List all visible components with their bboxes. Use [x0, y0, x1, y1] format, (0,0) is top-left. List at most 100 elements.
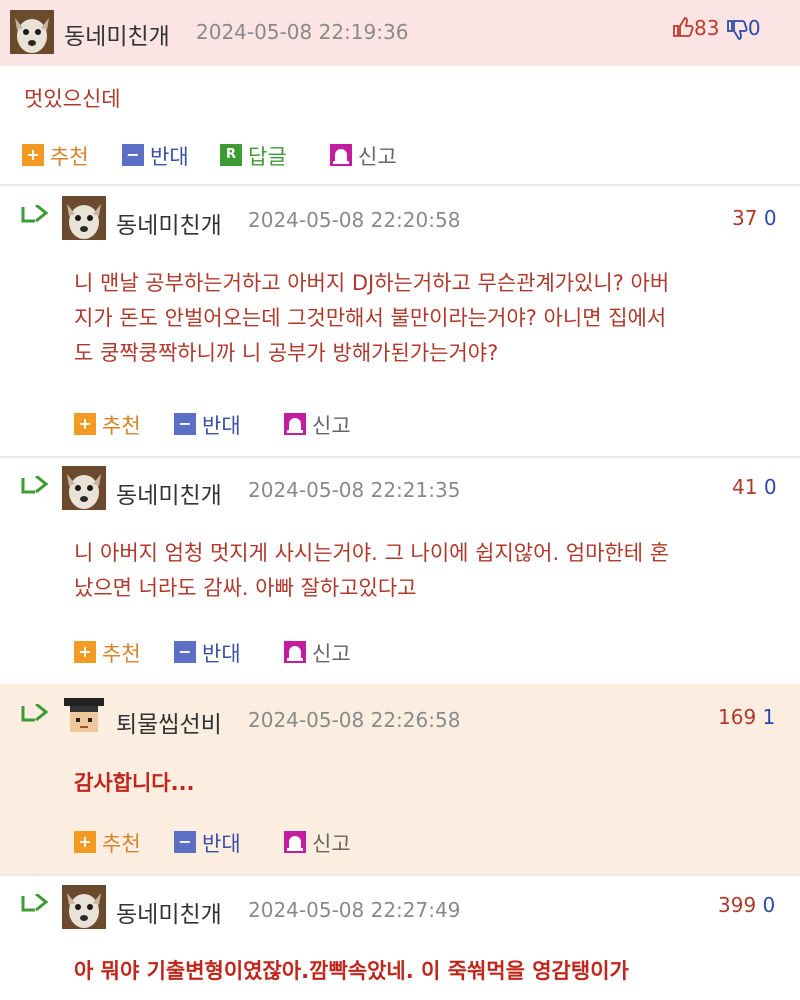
scholar-avatar-icon	[62, 696, 106, 736]
comment-line: 났으면 너라도 감싸. 아빠 잘하고있다고	[74, 576, 417, 600]
upvote-count: 37	[732, 206, 758, 230]
siren-icon	[284, 413, 306, 435]
divider	[0, 184, 800, 186]
divider	[0, 456, 800, 458]
author-nickname[interactable]: 동네미친개	[116, 206, 222, 240]
recommend-label: 추천	[50, 145, 89, 169]
vote-score: 37 0	[732, 206, 777, 230]
downvote-count: 0	[747, 16, 761, 40]
recommend-button[interactable]: + 추천	[22, 141, 89, 171]
avatar[interactable]	[10, 10, 54, 54]
avatar[interactable]	[62, 696, 106, 736]
downvote-count: 0	[763, 206, 777, 230]
report-label: 신고	[312, 414, 351, 438]
comment-actions: + 추천 − 반대 신고	[74, 828, 574, 858]
plus-icon: +	[74, 413, 96, 435]
minus-icon: −	[174, 641, 196, 663]
oppose-button[interactable]: − 반대	[122, 141, 189, 171]
downvote-count: 0	[763, 475, 777, 499]
vote-score: 399 0	[718, 893, 775, 917]
author-nickname[interactable]: 퇴물씹선비	[116, 705, 222, 739]
upvote-count: 399	[718, 893, 757, 917]
author-nickname[interactable]: 동네미친개	[64, 17, 170, 51]
reply-arrow-icon	[21, 205, 49, 223]
oppose-label: 반대	[202, 414, 241, 438]
minus-icon: −	[122, 144, 144, 166]
dog-avatar-icon	[62, 466, 106, 510]
thumb-down-icon	[726, 20, 748, 40]
comment-body: 아 뭐야 기출변형이였잖아.깜빡속았네. 이 죽쒀먹을 영감탱이가	[74, 954, 629, 989]
reply-r-icon: R	[220, 144, 242, 166]
comment-line: 니 맨날 공부하는거하고 아버지 DJ하는거하고 무슨관계가있니? 아버	[74, 271, 670, 295]
report-label: 신고	[312, 642, 351, 666]
vote-score: 83 0	[672, 16, 761, 41]
comment-actions: + 추천 − 반대 R 답글 신고	[22, 141, 622, 171]
recommend-button[interactable]: + 추천	[74, 410, 141, 440]
siren-icon	[330, 144, 352, 166]
recommend-button[interactable]: + 추천	[74, 828, 141, 858]
minus-icon: −	[174, 413, 196, 435]
comment-body: 멋있으신데	[24, 87, 121, 111]
comment-body: 니 맨날 공부하는거하고 아버지 DJ하는거하고 무슨관계가있니? 아버 지가 …	[74, 266, 669, 371]
plus-icon: +	[74, 641, 96, 663]
thumb-up-icon	[673, 17, 694, 37]
siren-icon	[284, 831, 306, 853]
downvote-count: 1	[762, 705, 776, 729]
avatar[interactable]	[62, 466, 106, 510]
comment-actions: + 추천 − 반대 신고	[74, 638, 574, 668]
avatar[interactable]	[62, 196, 106, 240]
reply-label: 답글	[248, 145, 287, 169]
report-label: 신고	[312, 832, 351, 856]
report-label: 신고	[358, 145, 397, 169]
oppose-button[interactable]: − 반대	[174, 638, 241, 668]
dog-avatar-icon	[10, 10, 54, 54]
dog-avatar-icon	[62, 196, 106, 240]
author-nickname[interactable]: 동네미친개	[116, 895, 222, 929]
comment-date: 2024-05-08 22:27:49	[248, 898, 461, 922]
reply-arrow-icon	[21, 894, 49, 912]
reply-arrow-icon	[21, 704, 49, 722]
oppose-label: 반대	[202, 642, 241, 666]
upvote-count: 41	[732, 475, 758, 499]
siren-icon	[284, 641, 306, 663]
reply-arrow-icon	[21, 476, 49, 494]
report-button[interactable]: 신고	[284, 638, 351, 668]
comment-line: 아 뭐야 기출변형이였잖아.깜빡속았네. 이 죽쒀먹을 영감탱이가	[74, 959, 629, 983]
comment-date: 2024-05-08 22:19:36	[196, 20, 409, 44]
report-button[interactable]: 신고	[330, 141, 397, 171]
minus-icon: −	[174, 831, 196, 853]
oppose-label: 반대	[202, 832, 241, 856]
comment-date: 2024-05-08 22:20:58	[248, 208, 461, 232]
recommend-button[interactable]: + 추천	[74, 638, 141, 668]
upvote-count: 83	[694, 16, 720, 40]
oppose-button[interactable]: − 반대	[174, 828, 241, 858]
recommend-label: 추천	[102, 414, 141, 438]
reply-button[interactable]: R 답글	[220, 141, 287, 171]
oppose-label: 반대	[150, 145, 189, 169]
comment-line: 지가 돈도 안벌어오는데 그것만해서 불만이라는거야? 아니면 집에서	[74, 306, 667, 330]
plus-icon: +	[22, 144, 44, 166]
report-button[interactable]: 신고	[284, 410, 351, 440]
dog-avatar-icon	[62, 885, 106, 929]
oppose-button[interactable]: − 반대	[174, 410, 241, 440]
comment-thread: 동네미친개 2024-05-08 22:19:36 83 0 멋있으신데 + 추천…	[0, 0, 800, 1000]
downvote-count: 0	[762, 893, 776, 917]
divider	[0, 874, 800, 876]
comment-actions: + 추천 − 반대 신고	[74, 410, 574, 440]
comment-date: 2024-05-08 22:26:58	[248, 708, 461, 732]
avatar[interactable]	[62, 885, 106, 929]
vote-score: 169 1	[718, 705, 775, 729]
comment-date: 2024-05-08 22:21:35	[248, 478, 461, 502]
recommend-label: 추천	[102, 642, 141, 666]
report-button[interactable]: 신고	[284, 828, 351, 858]
upvote-count: 169	[718, 705, 757, 729]
comment-line: 니 아버지 엄청 멋지게 사시는거야. 그 나이에 쉽지않어. 엄마한테 혼	[74, 541, 670, 565]
plus-icon: +	[74, 831, 96, 853]
vote-score: 41 0	[732, 475, 777, 499]
comment-body: 니 아버지 엄청 멋지게 사시는거야. 그 나이에 쉽지않어. 엄마한테 혼 났…	[74, 536, 669, 606]
comment-body: 감사합니다...	[74, 766, 195, 801]
comment-line: 감사합니다...	[74, 771, 195, 795]
author-nickname[interactable]: 동네미친개	[116, 476, 222, 510]
comment-line: 도 쿵짝쿵짝하니까 니 공부가 방해가된가는거야?	[74, 341, 499, 365]
recommend-label: 추천	[102, 832, 141, 856]
